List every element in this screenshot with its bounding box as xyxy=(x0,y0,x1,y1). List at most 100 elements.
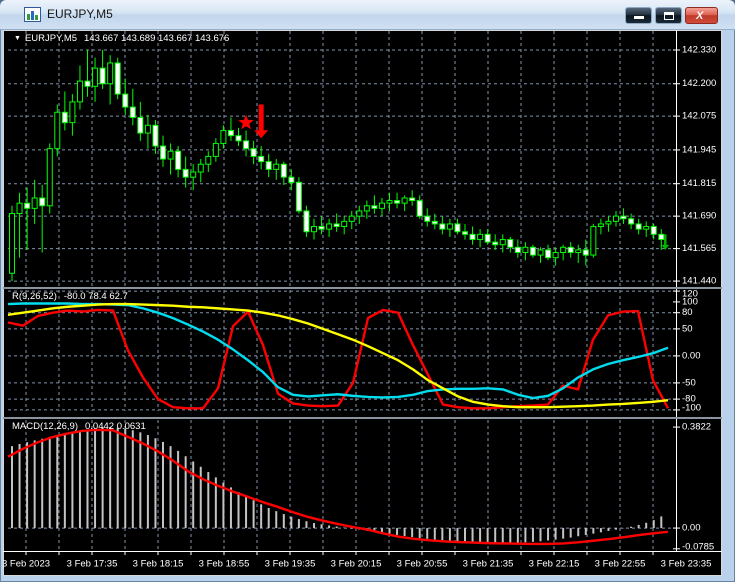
candle xyxy=(69,101,76,124)
candle xyxy=(348,215,355,222)
restore-button[interactable] xyxy=(655,7,682,24)
macd-axis-label: -0.0785 xyxy=(682,542,714,553)
candle xyxy=(401,197,408,204)
close-button[interactable]: X xyxy=(685,7,718,24)
sell-signal-star xyxy=(238,114,254,130)
candle xyxy=(24,202,31,209)
candle xyxy=(424,215,431,222)
candle xyxy=(273,163,280,170)
candle xyxy=(522,246,529,254)
candle xyxy=(454,223,461,233)
candle xyxy=(582,249,589,256)
symbol-dropdown-icon[interactable]: ▼ xyxy=(14,35,21,42)
header-symbol: EURJPY,M5 xyxy=(24,33,78,44)
candle xyxy=(39,197,46,207)
chart-area: 142.330 142.200 142.075 141.945 141.815 141.6… xyxy=(2,30,722,576)
macd-label: MACD(12,26,9) xyxy=(12,421,78,432)
candle xyxy=(190,171,197,178)
candle xyxy=(650,226,657,235)
candle xyxy=(620,215,627,220)
candle xyxy=(409,197,416,202)
candle xyxy=(182,168,189,178)
time-axis-label: 3 Feb 22:15 xyxy=(529,559,580,570)
candle xyxy=(9,213,15,274)
time-axis-label: 3 Feb 19:35 xyxy=(265,559,316,570)
candle xyxy=(567,246,574,254)
candle xyxy=(46,148,53,207)
candle xyxy=(31,197,38,209)
candle xyxy=(477,233,484,241)
candle xyxy=(552,252,559,259)
candle xyxy=(227,129,234,137)
candle xyxy=(378,202,385,209)
candle xyxy=(107,62,114,85)
time-axis-label: 3 Feb 20:15 xyxy=(331,559,382,570)
end-signal-arrowhead xyxy=(661,244,670,250)
candle xyxy=(243,140,250,150)
main-chart-header: ▼ EURJPY,M5 143.667 143.689 143.667 143.67… xyxy=(14,33,229,44)
candle xyxy=(560,246,567,254)
wr-label: R(9,26,52) xyxy=(12,291,57,302)
wr-axis-label: 50 xyxy=(682,323,693,334)
price-axis-label: 141.815 xyxy=(682,178,716,189)
sell-signal-arrowhead xyxy=(254,130,269,139)
minimize-button[interactable] xyxy=(625,7,652,24)
candle xyxy=(99,67,106,85)
restore-icon xyxy=(664,12,674,20)
candle xyxy=(507,239,514,248)
wr-axis-label: 0.00 xyxy=(682,350,701,361)
candle xyxy=(363,205,370,212)
wr-values: -80.0 78.4 62.7 xyxy=(63,291,128,302)
macd-axis-label: 0.3822 xyxy=(682,422,711,433)
candle xyxy=(658,233,665,241)
candle xyxy=(235,135,242,142)
candle xyxy=(386,200,393,204)
wr-mid-line xyxy=(7,302,669,400)
wr-axis-label: -50 xyxy=(682,377,696,388)
time-axis-label: 3 Feb 23:35 xyxy=(661,559,712,570)
candle xyxy=(84,80,91,87)
time-axis-label: 3 Feb 2023 xyxy=(3,559,50,570)
candle xyxy=(92,67,99,87)
price-axis-label: 142.075 xyxy=(682,111,716,122)
minimize-icon xyxy=(634,16,644,19)
candle xyxy=(484,233,491,243)
candle xyxy=(613,215,619,222)
candle xyxy=(326,223,333,230)
wr-axis-label: -100 xyxy=(682,403,701,414)
candle xyxy=(529,246,536,256)
candle xyxy=(575,249,582,254)
candle xyxy=(122,93,129,108)
wr-axis-label: 80 xyxy=(682,307,693,318)
chart-icon xyxy=(24,7,41,22)
wr-panel-header: R(9,26,52) -80.0 78.4 62.7 xyxy=(12,291,128,302)
candle xyxy=(197,163,204,173)
candle xyxy=(394,200,401,204)
price-axis-label: 141.690 xyxy=(682,211,716,222)
price-axis-label: 141.440 xyxy=(682,276,716,287)
close-icon: X xyxy=(696,10,704,22)
candle xyxy=(356,210,363,217)
macd-panel-header: MACD(12,26,9) 0.0442 0.0631 xyxy=(12,421,146,432)
chart-canvas[interactable]: 142.330 142.200 142.075 141.945 141.815 141.6… xyxy=(2,30,722,576)
time-axis-label: 3 Feb 21:35 xyxy=(463,559,514,570)
candle xyxy=(295,181,302,212)
candle xyxy=(311,226,317,233)
price-axis-label: 141.945 xyxy=(682,144,716,155)
candle xyxy=(16,202,23,215)
candle xyxy=(439,223,446,230)
candle xyxy=(265,161,272,170)
wr-axis-label: 100 xyxy=(682,296,698,307)
candle xyxy=(250,148,257,157)
candle xyxy=(129,106,136,118)
title-bar[interactable]: EURJPY,M5 X xyxy=(0,0,735,30)
candle xyxy=(212,142,219,157)
candle xyxy=(643,226,650,230)
time-axis-label: 3 Feb 20:55 xyxy=(397,559,448,570)
candle xyxy=(371,205,378,209)
candle xyxy=(635,223,642,230)
candle xyxy=(628,218,635,225)
candle xyxy=(492,241,499,246)
chart-window: EURJPY,M5 X 142.330 142.200 142.075 141.945… xyxy=(0,0,735,582)
macd-signal-line xyxy=(7,428,669,546)
